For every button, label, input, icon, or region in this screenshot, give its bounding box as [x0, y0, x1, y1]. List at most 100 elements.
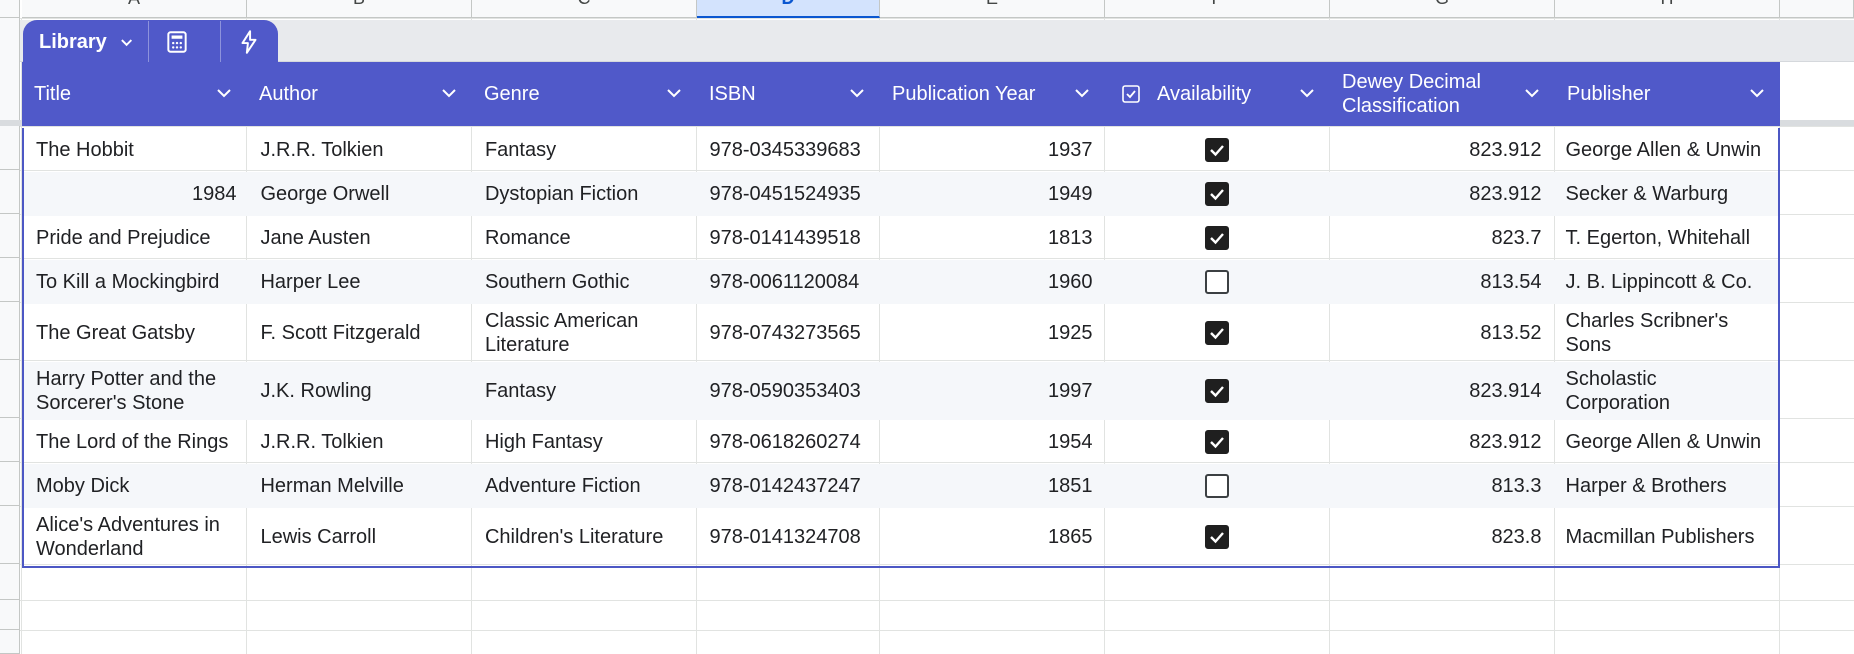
availability-checkbox[interactable]	[1204, 182, 1229, 206]
column-header-b[interactable]: B	[247, 0, 472, 18]
cell-available[interactable]	[1105, 304, 1329, 362]
table-row[interactable]: The Great Gatsby F. Scott Fitzgerald Class…	[24, 304, 1778, 362]
cell-dewey[interactable]: 823.914	[1329, 362, 1553, 420]
table-row[interactable]: The Hobbit J.R.R. Tolkien Fantasy 978-03453…	[24, 128, 1778, 172]
cell-title[interactable]: The Hobbit	[24, 128, 248, 172]
cell-author[interactable]: F. Scott Fitzgerald	[248, 304, 472, 362]
row-header[interactable]	[0, 214, 20, 258]
cell-genre[interactable]: Fantasy	[473, 362, 697, 420]
table-row[interactable]: Harry Potter and the Sorcerer's Stone J.K…	[24, 362, 1778, 420]
calculator-button[interactable]	[149, 20, 206, 64]
availability-checkbox[interactable]	[1204, 226, 1229, 250]
cell-author[interactable]: J.R.R. Tolkien	[248, 420, 472, 464]
cell-title[interactable]: Moby Dick	[24, 464, 248, 508]
cell-genre[interactable]: Classic American Literature	[473, 304, 697, 362]
cell-author[interactable]: J.K. Rowling	[248, 362, 472, 420]
cell-year[interactable]: 1960	[880, 260, 1104, 304]
cell-isbn[interactable]: 978-0590353403	[697, 362, 880, 420]
column-header-a[interactable]: A	[22, 0, 247, 18]
cell-publisher[interactable]: T. Egerton, Whitehall	[1554, 216, 1778, 260]
table-row[interactable]: Moby Dick Herman Melville Adventure Fictio…	[24, 464, 1778, 508]
cell-genre[interactable]: Dystopian Fiction	[473, 172, 697, 216]
cell-author[interactable]: Lewis Carroll	[248, 508, 472, 566]
cell-genre[interactable]: Romance	[473, 216, 697, 260]
row-header[interactable]	[0, 564, 20, 600]
row-header[interactable]	[0, 462, 20, 506]
column-header-h[interactable]: H	[1555, 0, 1780, 18]
cell-genre[interactable]: Children's Literature	[473, 508, 697, 566]
column-header-dewey-decimal-classification[interactable]: Dewey Decimal Classification	[1330, 62, 1555, 126]
row-header[interactable]	[0, 360, 20, 418]
lightning-icon[interactable]	[236, 29, 262, 55]
column-header-e[interactable]: E	[880, 0, 1105, 18]
cell-dewey[interactable]: 823.7	[1329, 216, 1553, 260]
cell-publisher[interactable]: George Allen & Unwin	[1554, 128, 1778, 172]
cell-year[interactable]: 1865	[880, 508, 1104, 566]
availability-checkbox[interactable]	[1204, 321, 1229, 345]
table-row[interactable]: To Kill a Mockingbird Harper Lee Southern …	[24, 260, 1778, 304]
cell-available[interactable]	[1105, 260, 1329, 304]
cell-available[interactable]	[1105, 464, 1329, 508]
cell-available[interactable]	[1105, 420, 1329, 464]
column-header-author[interactable]: Author	[247, 62, 472, 126]
cell-publisher[interactable]: Charles Scribner's Sons	[1554, 304, 1778, 362]
cell-dewey[interactable]: 813.3	[1329, 464, 1553, 508]
cell-year[interactable]: 1937	[880, 128, 1104, 172]
cell-dewey[interactable]: 813.52	[1329, 304, 1553, 362]
calculator-icon[interactable]	[164, 29, 190, 55]
cell-publisher[interactable]: Macmillan Publishers	[1554, 508, 1778, 566]
cell-available[interactable]	[1105, 508, 1329, 566]
chevron-down-icon[interactable]	[1748, 84, 1766, 102]
cell-year[interactable]: 1949	[880, 172, 1104, 216]
cell-isbn[interactable]: 978-0142437247	[697, 464, 880, 508]
cell-available[interactable]	[1105, 128, 1329, 172]
row-header[interactable]	[0, 630, 20, 654]
cell-available[interactable]	[1105, 172, 1329, 216]
cell-title[interactable]: The Great Gatsby	[24, 304, 248, 362]
column-header-isbn[interactable]: ISBN	[697, 62, 880, 126]
cell-genre[interactable]: Fantasy	[473, 128, 697, 172]
cell-year[interactable]: 1997	[880, 362, 1104, 420]
cell-author[interactable]: Herman Melville	[248, 464, 472, 508]
cell-isbn[interactable]: 978-0743273565	[697, 304, 880, 362]
row-header[interactable]	[0, 418, 20, 462]
cell-title[interactable]: To Kill a Mockingbird	[24, 260, 248, 304]
cell-publisher[interactable]: Secker & Warburg	[1554, 172, 1778, 216]
cell-title[interactable]: The Lord of the Rings	[24, 420, 248, 464]
chevron-down-icon[interactable]	[119, 34, 134, 50]
cell-available[interactable]	[1105, 362, 1329, 420]
column-header-publication-year[interactable]: Publication Year	[880, 62, 1105, 126]
cell-author[interactable]: George Orwell	[248, 172, 472, 216]
cell-year[interactable]: 1954	[880, 420, 1104, 464]
cell-author[interactable]: J.R.R. Tolkien	[248, 128, 472, 172]
availability-checkbox[interactable]	[1204, 270, 1229, 294]
cell-title[interactable]: Alice's Adventures in Wonderland	[24, 508, 248, 566]
row-header[interactable]	[0, 18, 20, 126]
cell-year[interactable]: 1813	[880, 216, 1104, 260]
table-row[interactable]: 1984 George Orwell Dystopian Fiction 978-04…	[24, 172, 1778, 216]
chevron-down-icon[interactable]	[665, 84, 683, 102]
cell-isbn[interactable]: 978-0618260274	[697, 420, 880, 464]
cell-dewey[interactable]: 813.54	[1329, 260, 1553, 304]
table-row[interactable]: Pride and Prejudice Jane Austen Romance 978…	[24, 216, 1778, 260]
chevron-down-icon[interactable]	[1073, 84, 1091, 102]
chevron-down-icon[interactable]	[440, 84, 458, 102]
table-row[interactable]: Alice's Adventures in Wonderland Lewis Ca…	[24, 508, 1778, 566]
cell-isbn[interactable]: 978-0141324708	[697, 508, 880, 566]
availability-checkbox[interactable]	[1204, 138, 1229, 162]
table-name-chip[interactable]: Library	[23, 20, 278, 64]
chevron-down-icon[interactable]	[1523, 84, 1541, 102]
row-header[interactable]	[0, 506, 20, 564]
cell-dewey[interactable]: 823.912	[1329, 420, 1553, 464]
cell-publisher[interactable]: George Allen & Unwin	[1554, 420, 1778, 464]
cell-dewey[interactable]: 823.912	[1329, 172, 1553, 216]
column-header-genre[interactable]: Genre	[472, 62, 697, 126]
cell-publisher[interactable]: Harper & Brothers	[1554, 464, 1778, 508]
cell-title[interactable]: Pride and Prejudice	[24, 216, 248, 260]
row-header[interactable]	[0, 302, 20, 360]
cell-title[interactable]: Harry Potter and the Sorcerer's Stone	[24, 362, 248, 420]
cell-available[interactable]	[1105, 216, 1329, 260]
column-header-f[interactable]: F	[1105, 0, 1330, 18]
chevron-down-icon[interactable]	[1298, 84, 1316, 102]
row-header[interactable]	[0, 170, 20, 214]
